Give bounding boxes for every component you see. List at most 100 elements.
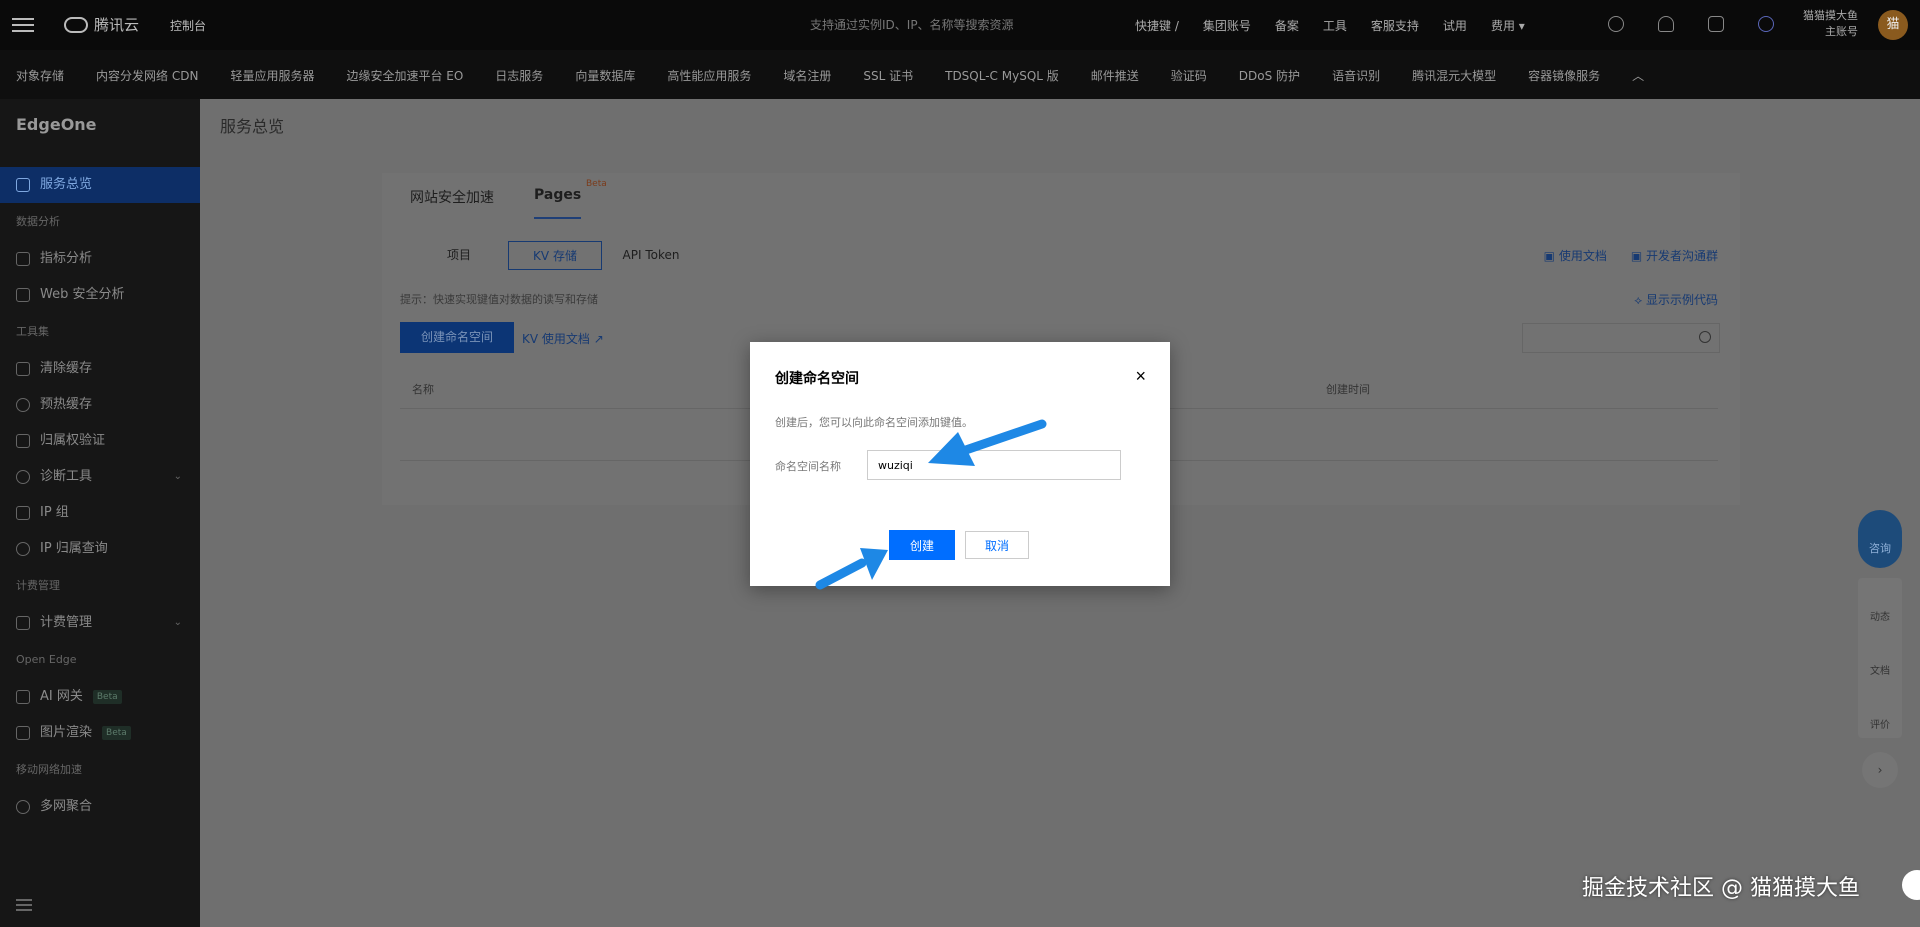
nav-tools[interactable]: 工具 xyxy=(1323,17,1347,34)
close-icon[interactable]: × xyxy=(1135,366,1146,387)
sidebar-item-auth[interactable]: 归属权验证 xyxy=(0,423,200,459)
collapse-sidebar-icon[interactable] xyxy=(16,899,32,911)
prod-cdn[interactable]: 内容分发网络 CDN xyxy=(96,67,198,84)
ai-assistant-icon[interactable] xyxy=(1758,16,1774,32)
nav-billing[interactable]: 费用 ▾ xyxy=(1491,17,1525,34)
sidebar-item-label: 多网聚合 xyxy=(40,799,93,814)
search-icon xyxy=(1699,331,1711,343)
create-button[interactable]: 创建 xyxy=(889,530,955,560)
nav-support[interactable]: 客服支持 xyxy=(1371,17,1419,34)
cancel-button[interactable]: 取消 xyxy=(965,531,1029,559)
stethoscope-icon xyxy=(16,470,30,484)
sidebar-item-label: Web 安全分析 xyxy=(40,287,125,302)
sidebar-item-image-render[interactable]: 图片渲染 Beta xyxy=(0,715,200,751)
prod-asr[interactable]: 语音识别 xyxy=(1332,67,1380,84)
sidebar-item-prefetch[interactable]: 预热缓存 xyxy=(0,387,200,423)
show-sample-code-link[interactable]: ⟡ 显示示例代码 xyxy=(1634,291,1718,308)
subtab-api-token[interactable]: API Token xyxy=(604,241,698,270)
prod-tdsql[interactable]: TDSQL-C MySQL 版 xyxy=(945,67,1059,84)
doc-links: ▣ 使用文档 ▣ 开发者沟通群 xyxy=(1544,247,1718,264)
sidebar-item-websec[interactable]: Web 安全分析 xyxy=(0,277,200,313)
namespace-name-input[interactable] xyxy=(867,450,1121,480)
create-namespace-button[interactable]: 创建命名空间 xyxy=(400,322,514,353)
sidebar-item-iplookup[interactable]: IP 归属查询 xyxy=(0,531,200,567)
feedback-button[interactable]: 评价 xyxy=(1858,686,1902,740)
tab-site-acceleration[interactable]: 网站安全加速 xyxy=(410,187,494,219)
beta-badge: Beta xyxy=(92,690,122,704)
sidebar-section-data: 数据分析 xyxy=(16,215,60,228)
sidebar-item-multinet[interactable]: 多网聚合 xyxy=(0,789,200,825)
prod-ddos[interactable]: DDoS 防护 xyxy=(1239,67,1300,84)
column-name: 名称 xyxy=(412,383,434,396)
namespace-search-input[interactable] xyxy=(1522,323,1720,353)
link-label: 显示示例代码 xyxy=(1645,293,1718,307)
prod-tcr[interactable]: 容器镜像服务 xyxy=(1528,67,1600,84)
console-link[interactable]: 控制台 xyxy=(170,17,206,34)
user-info[interactable]: 猫猫摸大鱼 主账号 xyxy=(1803,8,1858,40)
chart-icon xyxy=(16,252,30,266)
updates-button[interactable]: 动态 xyxy=(1858,578,1902,632)
prod-eo[interactable]: 边缘安全加速平台 EO xyxy=(346,67,463,84)
subtab-project[interactable]: 项目 xyxy=(412,241,506,270)
monitor-icon xyxy=(16,362,30,376)
prod-hunyuan[interactable]: 腾讯混元大模型 xyxy=(1412,67,1496,84)
network-icon xyxy=(16,800,30,814)
collapse-icon[interactable]: ︿ xyxy=(1632,67,1644,84)
sidebar-item-ai-gateway[interactable]: AI 网关 Beta xyxy=(0,679,200,715)
sidebar-item-diag[interactable]: 诊断工具 ⌄ xyxy=(0,459,200,495)
nav-trial[interactable]: 试用 xyxy=(1443,17,1467,34)
beta-badge: Beta xyxy=(102,726,131,740)
prod-lighthouse[interactable]: 轻量应用服务器 xyxy=(230,67,314,84)
sidebar-item-label: IP 归属查询 xyxy=(40,541,108,556)
prod-domain[interactable]: 域名注册 xyxy=(783,67,831,84)
usage-doc-link[interactable]: ▣ 使用文档 xyxy=(1544,247,1607,264)
subtab-kv-storage[interactable]: KV 存储 xyxy=(508,241,602,270)
product-bar: 对象存储 内容分发网络 CDN 轻量应用服务器 边缘安全加速平台 EO 日志服务… xyxy=(0,50,1920,99)
top-bar: 腾讯云 控制台 支持通过实例ID、IP、名称等搜索资源 快捷键 / 集团账号 备… xyxy=(0,0,1920,50)
page-title: 服务总览 xyxy=(220,117,285,136)
sidebar-item-overview[interactable]: 服务总览 xyxy=(0,167,200,203)
link-label: 开发者沟通群 xyxy=(1645,249,1718,263)
avatar[interactable]: 猫 xyxy=(1878,10,1908,40)
tencent-cloud-logo[interactable]: 腾讯云 xyxy=(64,14,139,35)
global-search[interactable]: 支持通过实例ID、IP、名称等搜索资源 xyxy=(810,16,1014,33)
bill-icon xyxy=(16,616,30,630)
docs-button[interactable]: 文档 xyxy=(1858,632,1902,686)
sidebar-item-label: 服务总览 xyxy=(40,177,93,192)
main-tabs: 网站安全加速 Pages Beta xyxy=(410,179,607,219)
prod-ses[interactable]: 邮件推送 xyxy=(1091,67,1139,84)
prod-cls[interactable]: 日志服务 xyxy=(495,67,543,84)
tab-pages[interactable]: Pages Beta xyxy=(534,179,607,219)
list-icon xyxy=(16,506,30,520)
sidebar-section-tools: 工具集 xyxy=(16,325,49,338)
sidebar-item-purge[interactable]: 清除缓存 xyxy=(0,351,200,387)
nav-shortcut[interactable]: 快捷键 / xyxy=(1135,17,1179,34)
prod-captcha[interactable]: 验证码 xyxy=(1171,67,1207,84)
chevron-right-icon[interactable]: › xyxy=(1862,752,1898,788)
nav-group-account[interactable]: 集团账号 xyxy=(1203,17,1251,34)
wallet-icon[interactable] xyxy=(1708,16,1724,32)
sidebar-item-ipgroup[interactable]: IP 组 xyxy=(0,495,200,531)
sidebar-item-metrics[interactable]: 指标分析 xyxy=(0,241,200,277)
top-nav: 快捷键 / 集团账号 备案 工具 客服支持 试用 费用 ▾ xyxy=(1135,17,1525,34)
prod-ssl[interactable]: SSL 证书 xyxy=(863,67,913,84)
prod-hai[interactable]: 高性能应用服务 xyxy=(667,67,751,84)
dev-group-link[interactable]: ▣ 开发者沟通群 xyxy=(1631,247,1718,264)
sidebar-item-label: 指标分析 xyxy=(40,251,93,266)
dialog-description: 创建后，您可以向此命名空间添加键值。 xyxy=(775,416,973,429)
hint-text: 提示：快速实现键值对数据的读写和存储 xyxy=(400,293,598,306)
sidebar-section-open-edge: Open Edge xyxy=(16,653,77,666)
user-role: 主账号 xyxy=(1825,25,1858,38)
bell-icon[interactable] xyxy=(1658,16,1674,32)
prod-cos[interactable]: 对象存储 xyxy=(16,67,64,84)
floating-helper: 咨询 动态 文档 评价 › xyxy=(1858,510,1902,788)
sidebar-item-label: 归属权验证 xyxy=(40,433,106,448)
consult-button[interactable]: 咨询 xyxy=(1858,510,1902,568)
nav-beian[interactable]: 备案 xyxy=(1275,17,1299,34)
menu-icon[interactable] xyxy=(12,14,34,36)
compass-icon[interactable] xyxy=(1608,16,1624,32)
kv-doc-link[interactable]: KV 使用文档 ↗ xyxy=(522,330,604,347)
sidebar-item-label: 图片渲染 xyxy=(40,725,93,740)
sidebar-item-billing[interactable]: 计费管理 ⌄ xyxy=(0,605,200,641)
prod-vdb[interactable]: 向量数据库 xyxy=(575,67,635,84)
